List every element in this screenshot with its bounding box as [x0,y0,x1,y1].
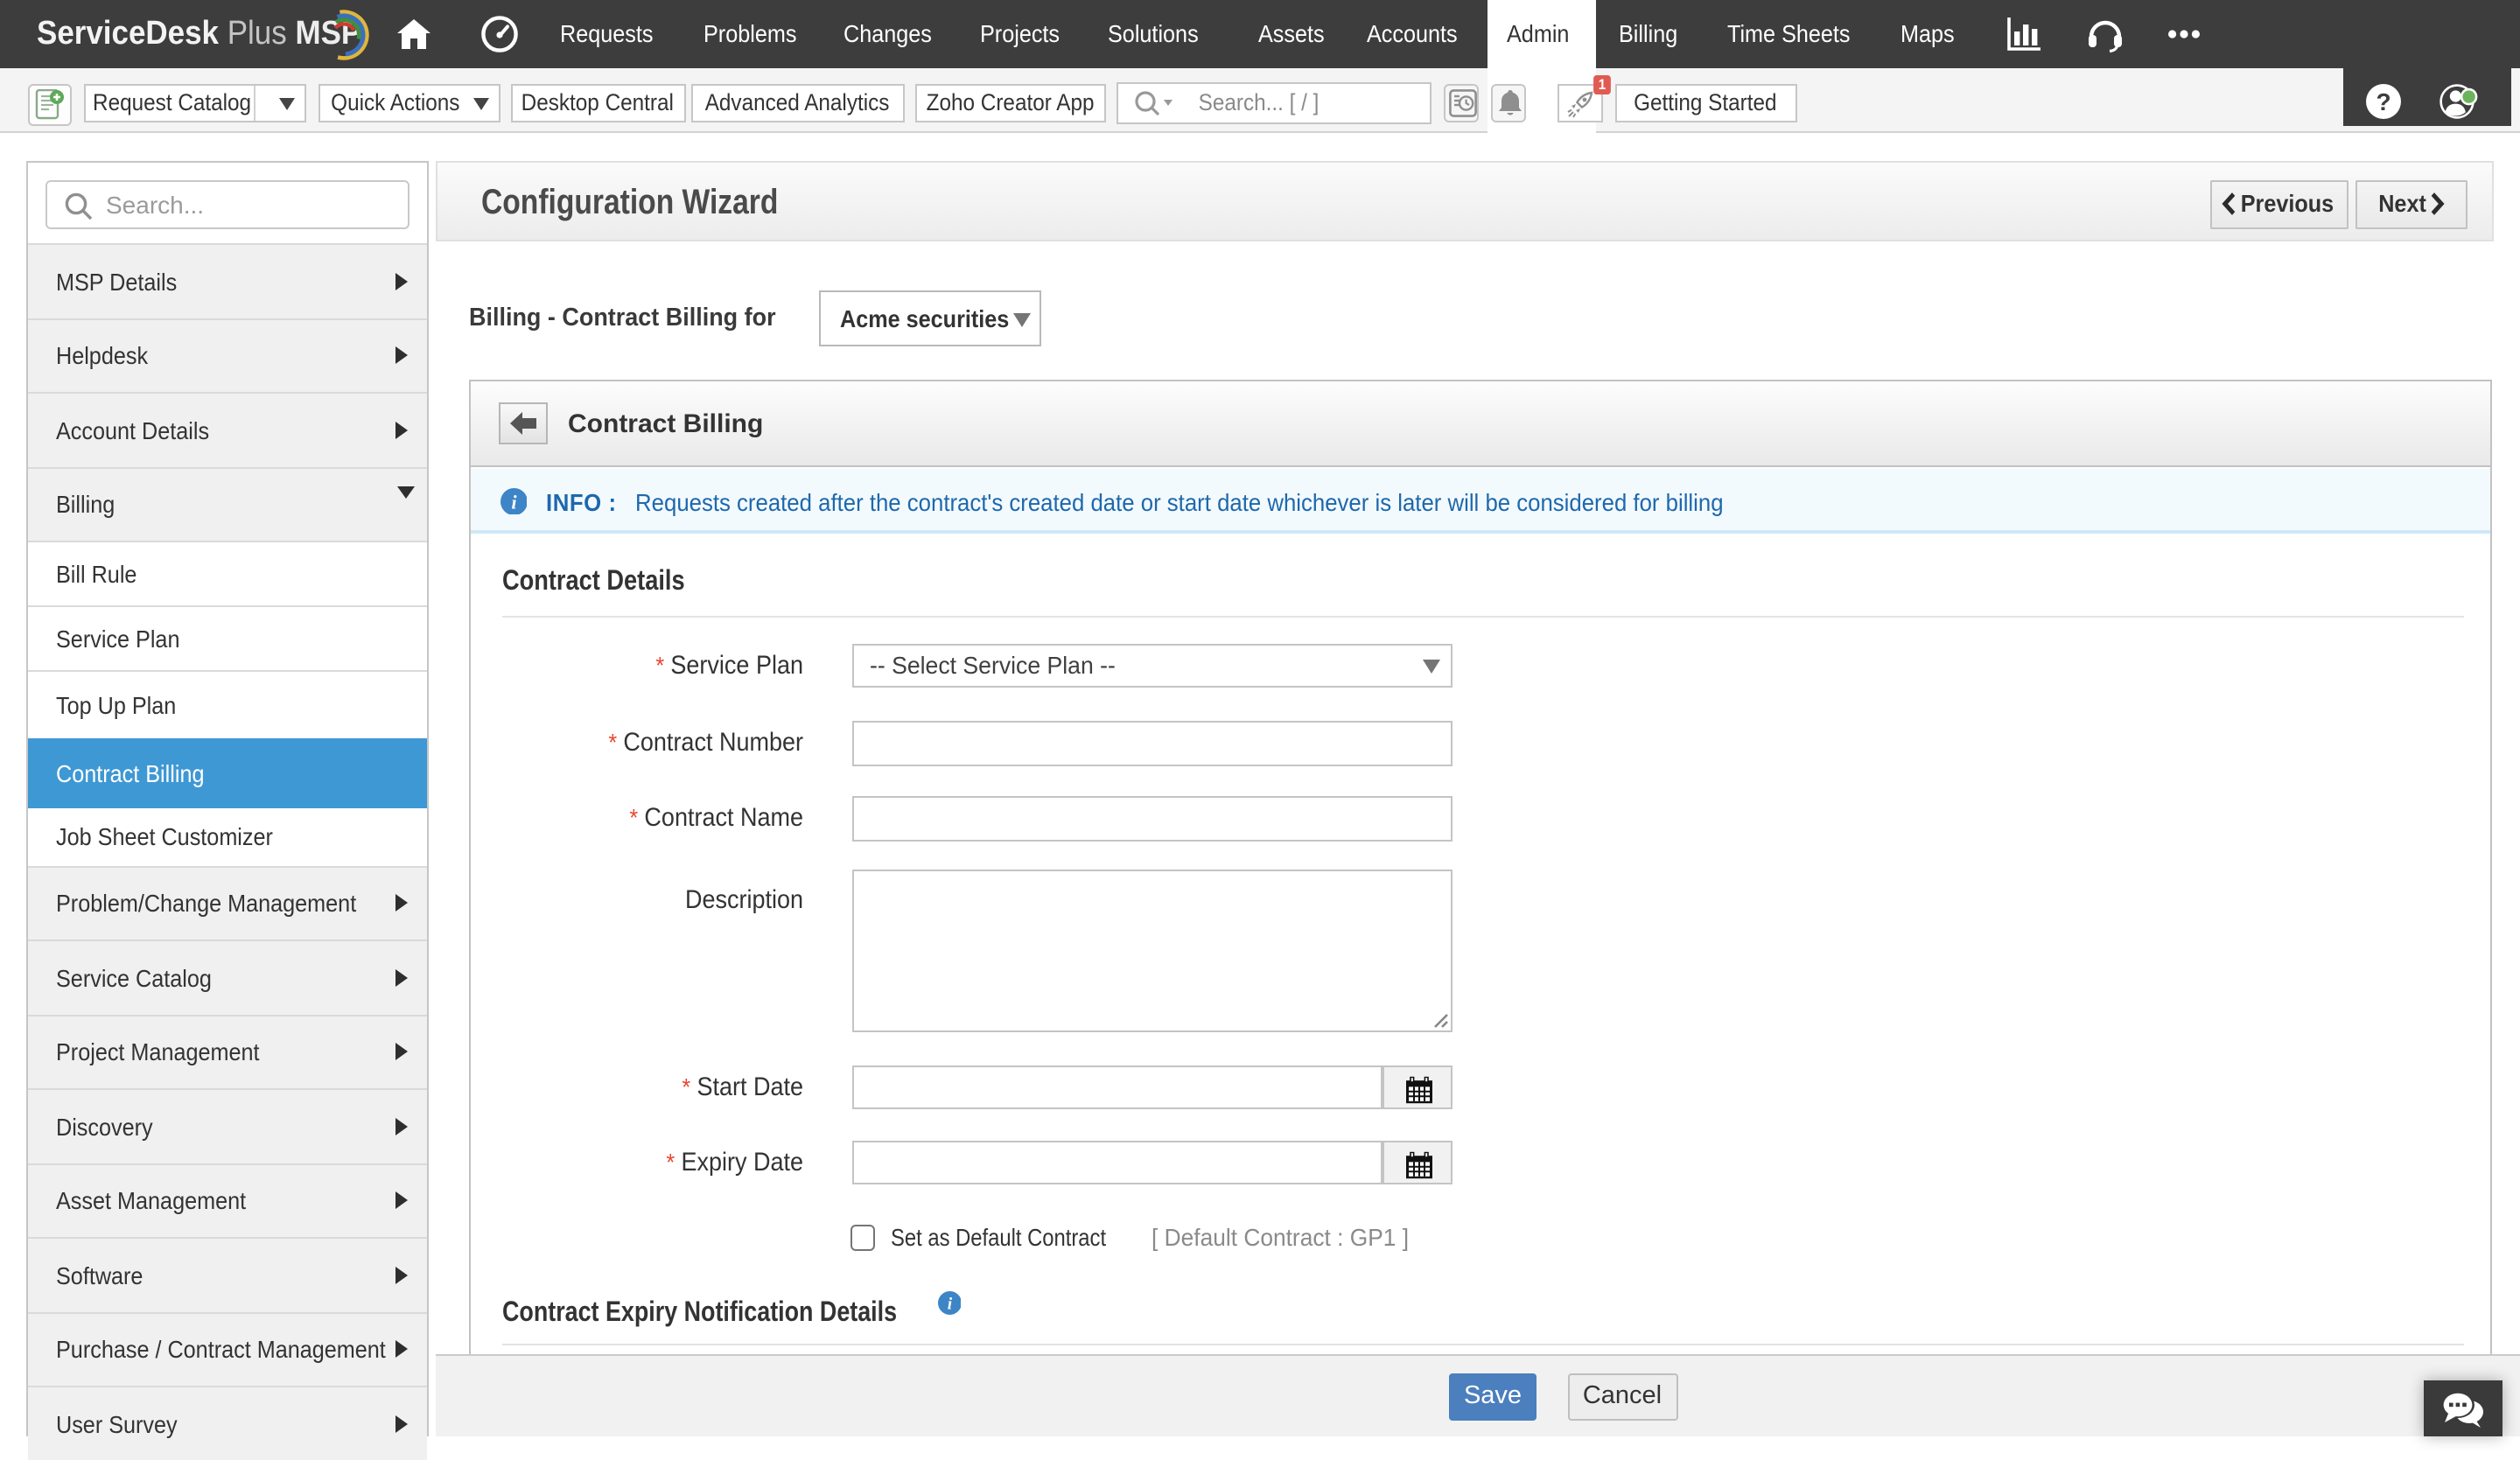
svg-text:i: i [510,491,516,513]
svg-text:i: i [947,1296,952,1314]
svg-text:?: ? [2375,88,2390,115]
